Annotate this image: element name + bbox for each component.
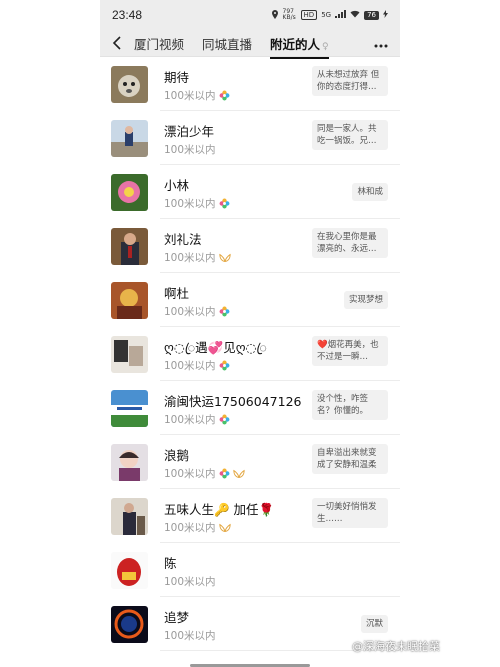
wings-badge-icon [218, 253, 231, 262]
flower-badge-icon [219, 90, 229, 101]
distance-text: 100米以内 [164, 414, 216, 426]
nearby-user-row[interactable]: 小林 100米以内 林和成 [100, 165, 400, 219]
distance-line: 100米以内 [164, 520, 231, 535]
avatar[interactable] [111, 444, 148, 481]
distance-text: 100米以内 [164, 630, 216, 642]
distance-line: 100米以内 [164, 304, 230, 319]
signature-bubble: 没个性，咋签名？你懂的。 [312, 390, 388, 420]
signal-label: 5G [321, 11, 332, 19]
distance-line: 100米以内 [164, 196, 230, 211]
flower-badge-icon [219, 414, 229, 425]
flower-badge-icon [219, 468, 229, 479]
signature-bubble: 在我心里你是最漂亮的、永远… [312, 228, 388, 258]
avatar[interactable] [111, 66, 148, 103]
distance-line: 100米以内 [164, 88, 230, 103]
signature-bubble: 林和成 [352, 183, 388, 201]
status-bar: 23:48 797 KB/s HD 5G 76 [100, 0, 400, 30]
distance-line: 100米以内 [164, 574, 216, 589]
user-name: 浪鹅 [164, 448, 190, 463]
nearby-user-row[interactable]: 陈 100米以内 [100, 543, 400, 597]
nearby-user-row[interactable]: 期待 100米以内 从未想过放弃 但你的态度打得… [100, 57, 400, 111]
tab-local-live[interactable]: 同城直播 [202, 34, 252, 53]
battery-level: 76 [364, 10, 379, 20]
flower-badge-icon [219, 360, 229, 371]
distance-text: 100米以内 [164, 90, 216, 102]
signature-bubble: ❤️烟花再美，也不过是一瞬… [312, 336, 388, 366]
nearby-user-row[interactable]: ღ◌ꦿ遇💞见ღ◌ꦿ 100米以内 ❤️烟花再美，也不过是一瞬… [100, 327, 400, 381]
user-name: 小林 [164, 178, 190, 193]
distance-line: 100米以内 [164, 628, 216, 643]
signature-bubble: 沉默 [360, 615, 388, 633]
status-icons: 797 KB/s HD 5G 76 [271, 9, 388, 21]
avatar[interactable] [111, 120, 148, 157]
charging-icon [383, 10, 388, 20]
back-button[interactable] [100, 36, 134, 50]
net-speed: 797 KB/s [282, 8, 296, 21]
wings-badge-icon [232, 469, 245, 478]
distance-line: 100米以内 [164, 358, 230, 373]
signature-bubble: 一切美好悄悄发生…… [312, 498, 388, 528]
distance-text: 100米以内 [164, 468, 216, 480]
avatar[interactable] [111, 606, 148, 643]
signature-bubble: 同是一家人。共吃一锅饭。兄… [312, 120, 388, 150]
distance-text: 100米以内 [164, 198, 216, 210]
distance-line: 100米以内 [164, 142, 216, 157]
nearby-user-row[interactable]: 五味人生🔑 加任🌹 100米以内 一切美好悄悄发生…… [100, 489, 400, 543]
distance-text: 100米以内 [164, 360, 216, 372]
avatar[interactable] [111, 390, 148, 427]
signal-icon [335, 10, 347, 20]
nearby-user-row[interactable]: 渝闽快运17506047126 100米以内 没个性，咋签名？你懂的。 [100, 381, 400, 435]
distance-text: 100米以内 [164, 576, 216, 588]
distance-text: 100米以内 [164, 522, 216, 534]
signature-bubble: 自卑溢出来就变成了安静和温柔 [312, 444, 388, 474]
more-dots-icon [374, 44, 388, 48]
user-name: 啊杜 [164, 286, 190, 301]
tab-xiamen-video[interactable]: 厦门视频 [134, 34, 184, 53]
avatar[interactable] [111, 282, 148, 319]
user-name: 追梦 [164, 610, 190, 625]
status-time: 23:48 [112, 8, 143, 22]
distance-text: 100米以内 [164, 144, 216, 156]
flower-badge-icon [219, 198, 229, 209]
distance-line: 100米以内 [164, 466, 245, 481]
signature-bubble: 从未想过放弃 但你的态度打得… [312, 66, 388, 96]
wifi-icon [350, 10, 360, 20]
nearby-user-row[interactable]: 啊杜 100米以内 实现梦想 [100, 273, 400, 327]
nearby-user-row[interactable]: 浪鹅 100米以内 自卑溢出来就变成了安静和温柔 [100, 435, 400, 489]
wings-badge-icon [218, 523, 231, 532]
avatar[interactable] [111, 228, 148, 265]
distance-text: 100米以内 [164, 252, 216, 264]
distance-text: 100米以内 [164, 306, 216, 318]
location-icon [271, 9, 279, 21]
user-name: 漂泊少年 [164, 124, 215, 139]
signature-bubble: 实现梦想 [343, 291, 388, 309]
watermark: @深海夜未眠拾菜 [352, 640, 440, 653]
avatar[interactable] [111, 174, 148, 211]
avatar[interactable] [111, 552, 148, 589]
avatar[interactable] [111, 498, 148, 535]
hd-badge: HD [300, 10, 318, 20]
top-nav: 厦门视频 同城直播 附近的人 ♀ [100, 30, 400, 59]
user-name: 陈 [164, 556, 177, 571]
back-arrow-icon [112, 36, 121, 50]
distance-line: 100米以内 [164, 412, 230, 427]
user-name: 渝闽快运17506047126 [164, 394, 302, 409]
nearby-user-row[interactable]: 刘礼法 100米以内 在我心里你是最漂亮的、永远… [100, 219, 400, 273]
phone-screen: 23:48 797 KB/s HD 5G 76 厦门视频 同城直播 附近的人 ♀… [100, 0, 400, 667]
user-name: 五味人生🔑 加任🌹 [164, 502, 275, 517]
gender-filter-icon: ♀ [322, 41, 329, 52]
user-name: 期待 [164, 70, 190, 85]
flower-badge-icon [219, 306, 229, 317]
nearby-user-row[interactable]: 漂泊少年 100米以内 同是一家人。共吃一锅饭。兄… [100, 111, 400, 165]
distance-line: 100米以内 [164, 250, 231, 265]
user-name: 刘礼法 [164, 232, 202, 247]
tab-nearby-people[interactable]: 附近的人 ♀ [270, 34, 329, 59]
tab-nearby-label: 附近的人 [270, 36, 321, 52]
avatar[interactable] [111, 336, 148, 373]
nearby-user-list: 期待 100米以内 从未想过放弃 但你的态度打得… 漂泊少年 100米以内 同是一家人。共… [100, 57, 400, 651]
more-options-button[interactable] [374, 36, 388, 52]
